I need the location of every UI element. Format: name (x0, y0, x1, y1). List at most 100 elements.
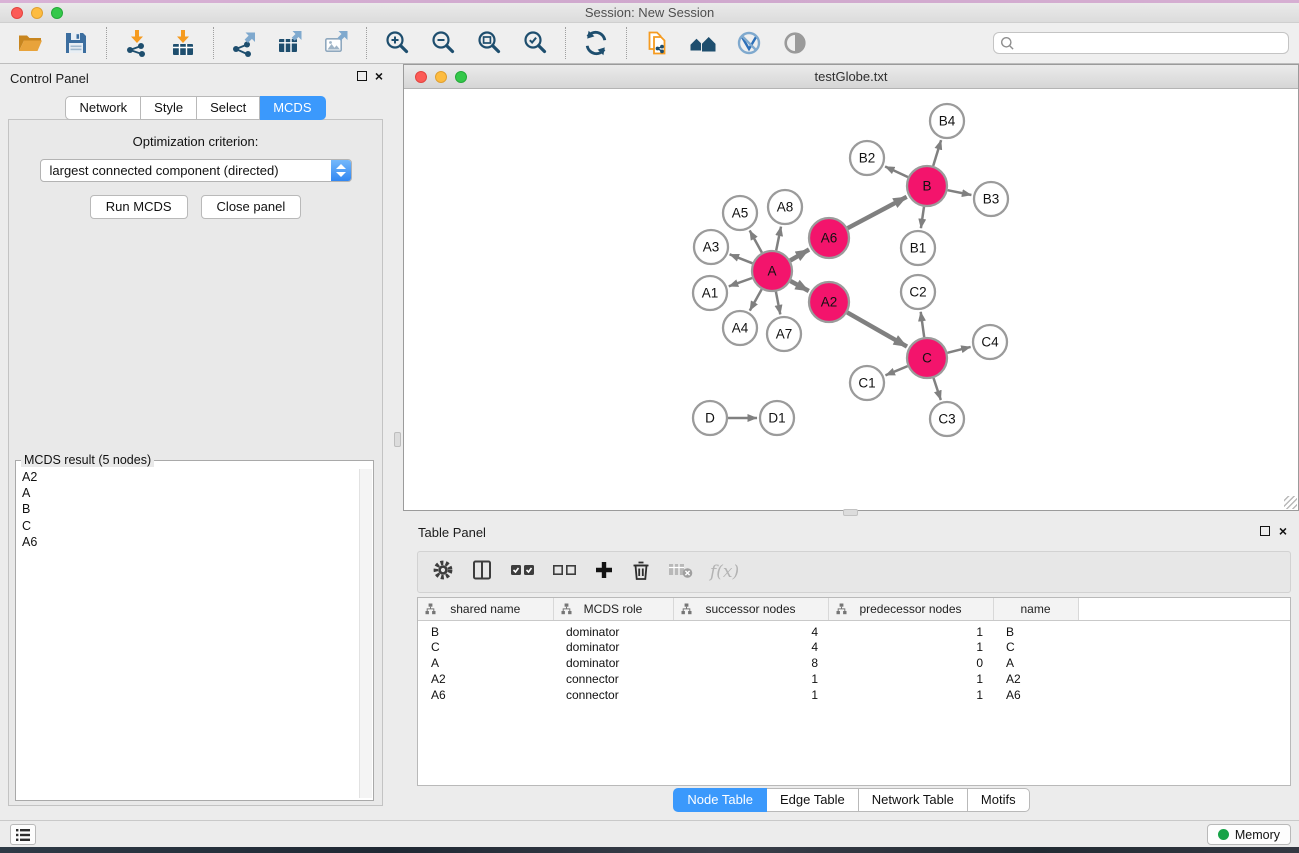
edge-C-C4[interactable] (947, 347, 970, 353)
table-cell[interactable]: 8 (673, 655, 828, 671)
save-session-button[interactable] (60, 27, 92, 59)
tab-network-table[interactable]: Network Table (859, 788, 968, 812)
node-A1[interactable]: A1 (693, 276, 727, 310)
table-cell[interactable]: B (418, 620, 553, 639)
table-settings-button[interactable] (432, 559, 454, 586)
node-B2[interactable]: B2 (850, 141, 884, 175)
result-scrollbar[interactable] (359, 469, 372, 798)
edge-B-B2[interactable] (885, 167, 908, 178)
node-C3[interactable]: C3 (930, 402, 964, 436)
node-D[interactable]: D (693, 401, 727, 435)
zoom-selected-button[interactable] (519, 27, 551, 59)
edge-B-B4[interactable] (933, 140, 941, 166)
table-row[interactable]: Adominator80A (418, 655, 1290, 671)
node-A3[interactable]: A3 (694, 230, 728, 264)
apply-layout-button[interactable] (580, 27, 612, 59)
tab-motifs[interactable]: Motifs (968, 788, 1030, 812)
node-D1[interactable]: D1 (760, 401, 794, 435)
table-cell[interactable]: A (993, 655, 1078, 671)
edge-B-B3[interactable] (948, 190, 972, 195)
close-table-panel-icon[interactable]: × (1279, 526, 1287, 536)
import-network-button[interactable] (121, 27, 153, 59)
zoom-window-button[interactable] (51, 7, 63, 19)
column-header[interactable]: MCDS role (553, 598, 673, 620)
edge-B-B1[interactable] (921, 207, 924, 228)
edge-A-A8[interactable] (776, 227, 781, 251)
node-B4[interactable]: B4 (930, 104, 964, 138)
tab-edge-table[interactable]: Edge Table (767, 788, 859, 812)
result-item[interactable]: A2 (17, 469, 358, 485)
column-header[interactable]: successor nodes (673, 598, 828, 620)
network-canvas[interactable]: B4B2BB3A5A8A6A3B1AA1C2A2A4A7C4CC1C3DD1 (404, 89, 1298, 510)
tab-network[interactable]: Network (65, 96, 141, 120)
table-cell[interactable]: connector (553, 687, 673, 703)
table-cell[interactable]: A2 (418, 671, 553, 687)
node-A2[interactable]: A2 (809, 282, 849, 322)
node-A7[interactable]: A7 (767, 317, 801, 351)
table-row[interactable]: A6connector11A6 (418, 687, 1290, 703)
edge-A-A5[interactable] (750, 231, 762, 253)
node-B1[interactable]: B1 (901, 231, 935, 265)
table-cell[interactable]: C (993, 639, 1078, 655)
close-panel-button[interactable]: Close panel (201, 195, 302, 219)
edge-A-A6[interactable] (790, 250, 809, 261)
close-panel-icon[interactable]: × (375, 71, 383, 81)
function-builder-button[interactable]: f(x) (710, 562, 739, 582)
node-A4[interactable]: A4 (723, 311, 757, 345)
table-cell[interactable]: connector (553, 671, 673, 687)
optimization-criterion-select[interactable]: largest connected component (directed) (40, 159, 352, 182)
export-image-button[interactable] (320, 27, 352, 59)
tab-select[interactable]: Select (197, 96, 260, 120)
window-resize-grip[interactable] (1284, 496, 1297, 509)
search-input[interactable] (993, 32, 1289, 54)
column-header[interactable]: predecessor nodes (828, 598, 993, 620)
result-item[interactable]: B (17, 501, 358, 517)
result-item[interactable]: A6 (17, 534, 358, 550)
edge-C-C2[interactable] (921, 312, 925, 337)
show-panels-button[interactable] (10, 824, 36, 845)
edge-A6-B[interactable] (848, 197, 907, 228)
table-cell[interactable]: 1 (828, 639, 993, 655)
column-header[interactable]: name (993, 598, 1078, 620)
edge-A2-C[interactable] (847, 312, 907, 346)
zoom-in-button[interactable] (381, 27, 413, 59)
import-table-button[interactable] (167, 27, 199, 59)
select-all-columns-button[interactable] (510, 562, 535, 583)
add-column-button[interactable] (594, 560, 614, 585)
node-B[interactable]: B (907, 166, 947, 206)
edge-C-C1[interactable] (886, 366, 908, 375)
tab-mcds[interactable]: MCDS (260, 96, 325, 120)
table-cell[interactable]: 1 (828, 671, 993, 687)
edge-C-C3[interactable] (934, 378, 941, 400)
table-cell[interactable]: 1 (673, 671, 828, 687)
result-item[interactable]: C (17, 518, 358, 534)
minimize-window-button[interactable] (31, 7, 43, 19)
zoom-fit-button[interactable] (473, 27, 505, 59)
node-C4[interactable]: C4 (973, 325, 1007, 359)
table-cell[interactable]: 4 (673, 620, 828, 639)
zoom-out-button[interactable] (427, 27, 459, 59)
node-A5[interactable]: A5 (723, 196, 757, 230)
float-table-panel-icon[interactable] (1260, 526, 1270, 536)
network-minimize-button[interactable] (435, 71, 447, 83)
horizontal-splitter-grip[interactable] (843, 509, 858, 516)
first-neighbors-button[interactable] (687, 27, 719, 59)
tab-style[interactable]: Style (141, 96, 197, 120)
float-panel-icon[interactable] (357, 71, 367, 81)
table-cell[interactable]: 4 (673, 639, 828, 655)
table-cell[interactable]: A6 (993, 687, 1078, 703)
network-window-titlebar[interactable]: testGlobe.txt (404, 65, 1298, 89)
table-cell[interactable]: B (993, 620, 1078, 639)
delete-table-button[interactable] (668, 561, 693, 584)
export-network-button[interactable] (228, 27, 260, 59)
column-visibility-button[interactable] (471, 559, 493, 586)
node-C2[interactable]: C2 (901, 275, 935, 309)
tab-node-table[interactable]: Node Table (673, 788, 767, 812)
open-session-button[interactable] (14, 27, 46, 59)
table-cell[interactable]: 1 (828, 620, 993, 639)
table-row[interactable]: Bdominator41B (418, 620, 1290, 639)
select-stepper-icon[interactable] (331, 160, 351, 181)
table-cell[interactable]: A2 (993, 671, 1078, 687)
edge-A-A1[interactable] (729, 278, 752, 286)
memory-button[interactable]: Memory (1207, 824, 1291, 845)
